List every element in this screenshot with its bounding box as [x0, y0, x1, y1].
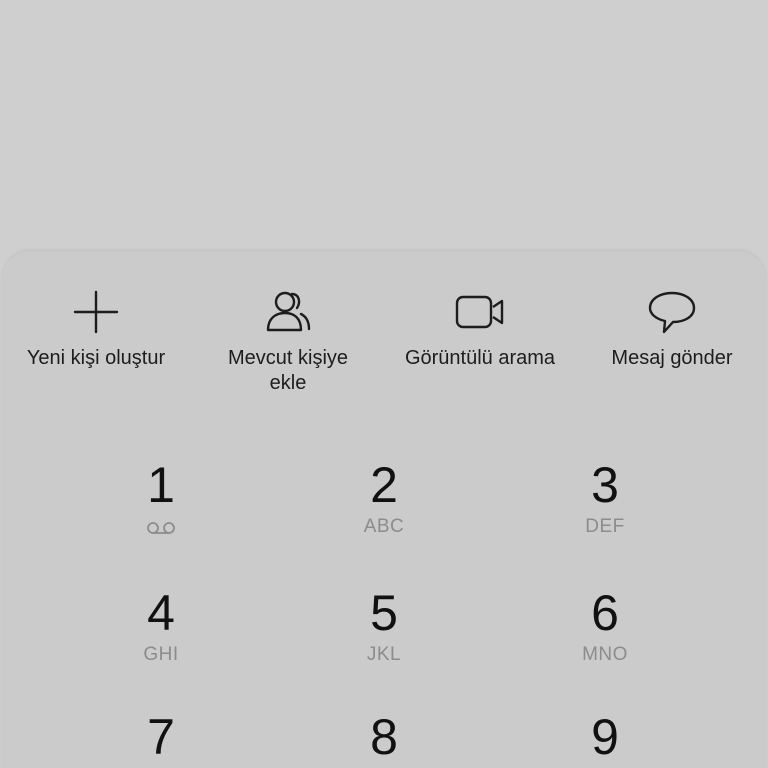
create-new-contact-button[interactable]: Yeni kişi oluştur [0, 288, 192, 371]
key-6[interactable]: 6 MNO [530, 584, 680, 694]
voicemail-icon [147, 522, 175, 534]
key-4[interactable]: 4 GHI [86, 584, 236, 694]
dialer-screen: Yeni kişi oluştur Mevcut kişiye ekle Gör… [0, 0, 768, 768]
key-5[interactable]: 5 JKL [309, 584, 459, 694]
create-new-contact-label: Yeni kişi oluştur [26, 347, 166, 369]
key-1[interactable]: 1 [86, 456, 236, 566]
key-digit: 5 [370, 585, 398, 641]
message-bubble-icon [648, 291, 696, 334]
key-digit: 9 [591, 709, 619, 765]
video-call-button[interactable]: Görüntülü arama [384, 288, 576, 371]
key-digit: 2 [370, 457, 398, 513]
key-9[interactable]: 9 [530, 708, 680, 768]
key-digit: 7 [147, 709, 175, 765]
key-letters: JKL [366, 644, 402, 665]
video-camera-icon [455, 295, 504, 329]
key-letters: GHI [143, 644, 179, 665]
key-2[interactable]: 2 ABC [309, 456, 459, 566]
key-digit: 8 [370, 709, 398, 765]
key-8[interactable]: 8 [309, 708, 459, 768]
key-letters: MNO [582, 644, 628, 665]
key-digit: 1 [147, 457, 175, 513]
key-digit: 4 [147, 585, 175, 641]
key-letters: ABC [363, 516, 405, 537]
video-call-label: Görüntülü arama [404, 347, 556, 369]
contacts-icon [266, 291, 311, 332]
key-digit: 6 [591, 585, 619, 641]
key-3[interactable]: 3 DEF [530, 456, 680, 566]
key-7[interactable]: 7 [86, 708, 236, 768]
key-digit: 3 [591, 457, 619, 513]
send-message-label: Mesaj gönder [611, 347, 733, 369]
plus-icon [73, 290, 119, 334]
key-letters: DEF [585, 516, 625, 537]
add-to-existing-contact-button[interactable]: Mevcut kişiye ekle [192, 288, 384, 396]
send-message-button[interactable]: Mesaj gönder [576, 288, 768, 371]
add-to-existing-contact-label: Mevcut kişiye ekle [227, 347, 349, 394]
